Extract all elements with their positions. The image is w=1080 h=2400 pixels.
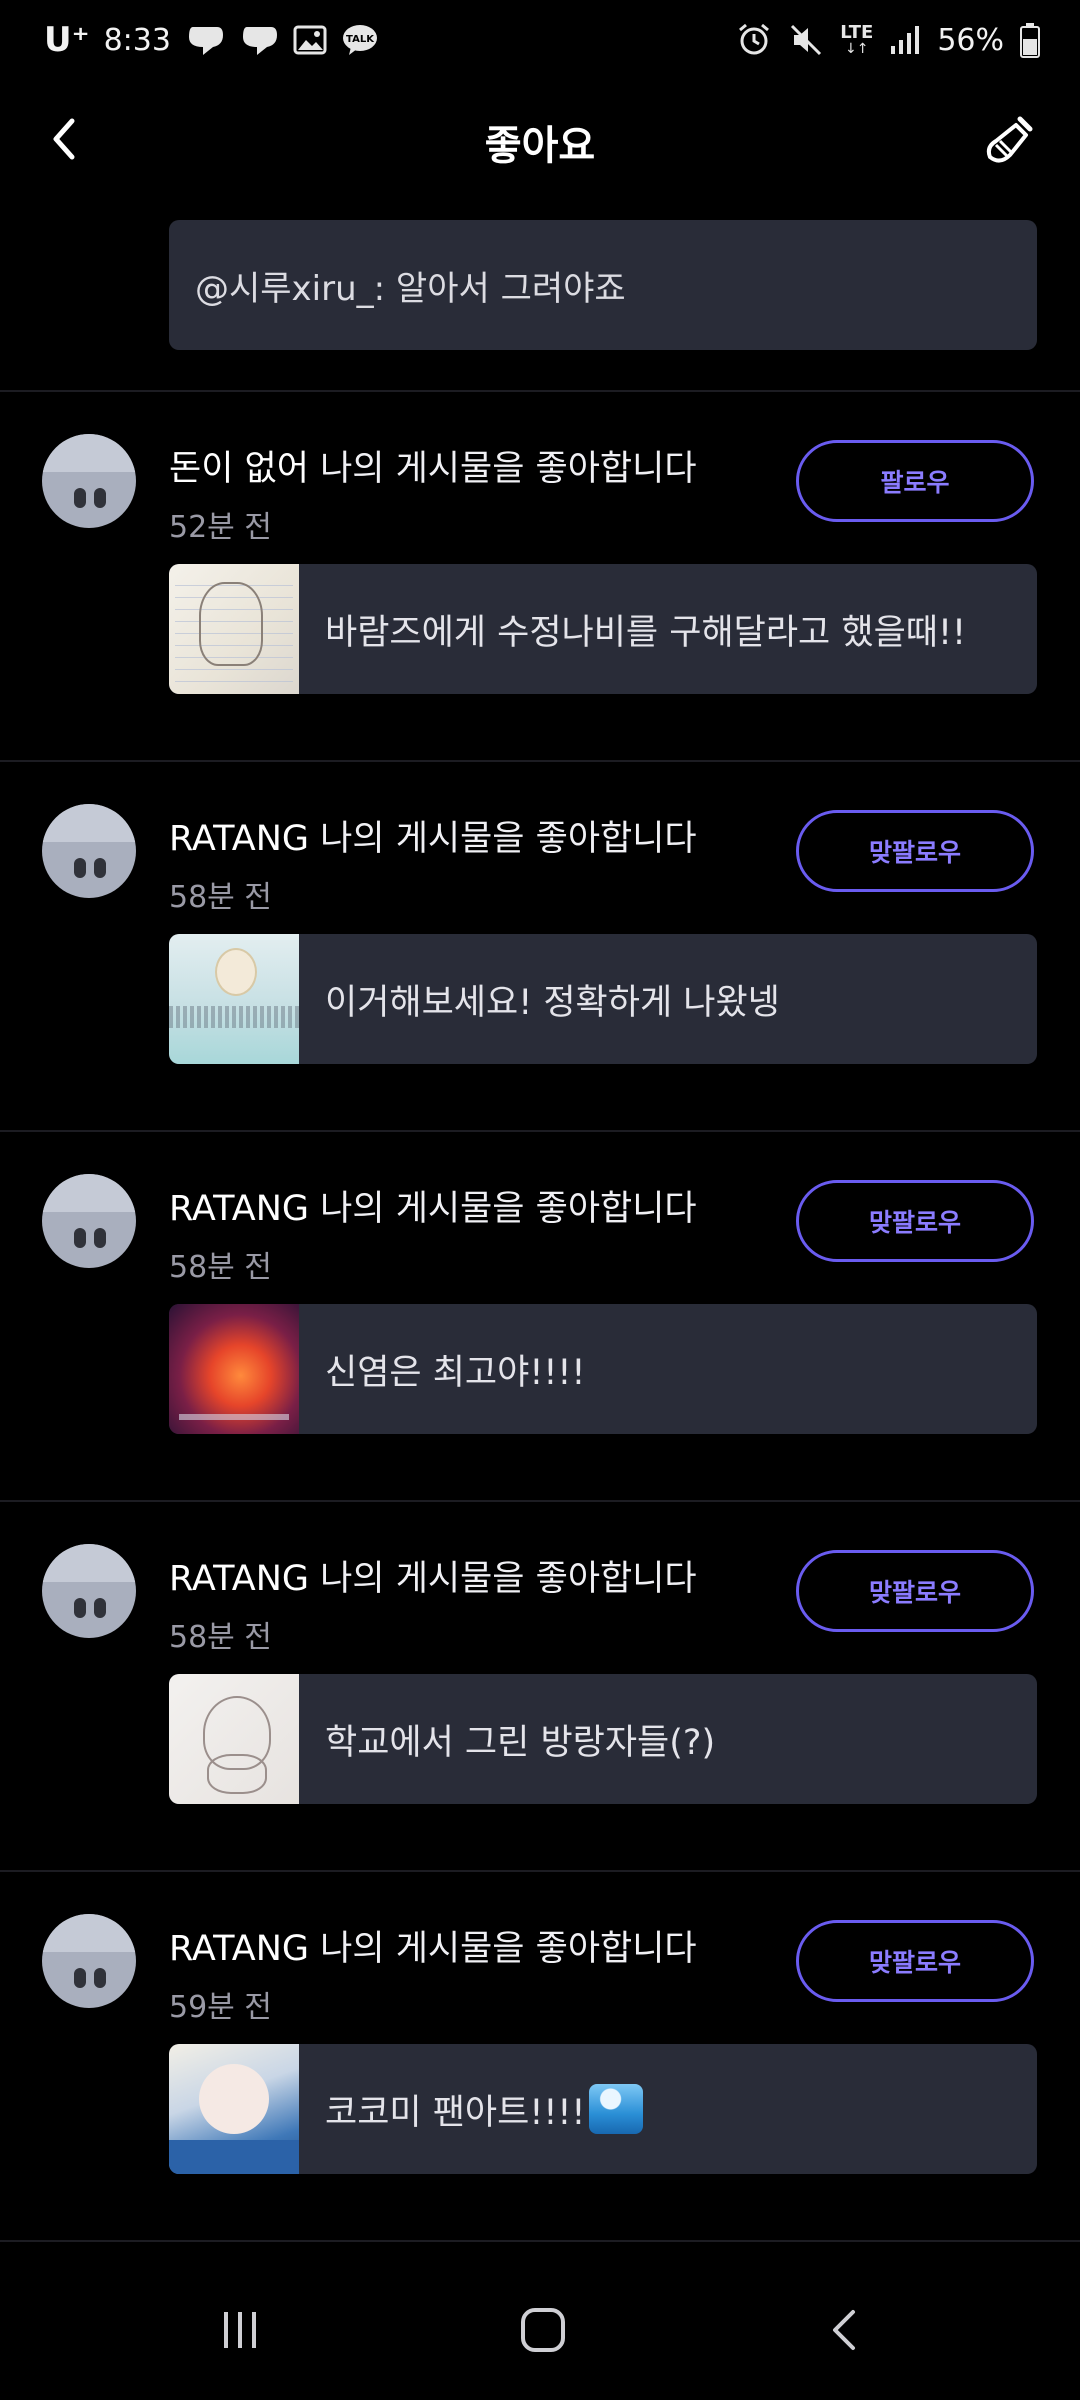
timestamp: 58분 전 [169, 1620, 272, 1655]
wave-emoji-icon [589, 2084, 644, 2134]
notification-item: RATANG 나의 게시물을 좋아합니다 58분 전 맞팔로우 신염은 최고야!… [0, 1132, 1080, 1502]
app-header: 좋아요 [0, 95, 1080, 185]
notification-message: RATANG 나의 게시물을 좋아합니다 [169, 1550, 697, 1601]
avatar[interactable] [42, 1914, 136, 2008]
gallery-icon [293, 25, 327, 55]
notification-item: RATANG 나의 게시물을 좋아합니다 58분 전 맞팔로우 학교에서 그린 … [0, 1502, 1080, 1872]
action-text: 나의 게시물을 좋아합니다 [308, 449, 697, 489]
post-preview[interactable]: 바람즈에게 수정나비를 구해달라고 했을때!! [169, 564, 1037, 694]
post-thumbnail [169, 1304, 299, 1434]
follow-back-button[interactable]: 맞팔로우 [796, 1550, 1034, 1632]
username[interactable]: RATANG [169, 819, 309, 859]
system-nav-bar [0, 2256, 1080, 2400]
username[interactable]: RATANG [169, 1559, 309, 1599]
chat-bubble-icon [188, 27, 223, 55]
follow-back-button[interactable]: 맞팔로우 [796, 810, 1034, 892]
post-thumbnail [169, 934, 299, 1064]
battery-icon [1020, 23, 1040, 58]
chat-bubble-icon [242, 27, 277, 55]
notification-message: RATANG 나의 게시물을 좋아합니다 [169, 1920, 697, 1971]
timestamp: 58분 전 [169, 1250, 272, 1285]
lte-icon: LTE ↓↑ [840, 22, 874, 57]
username[interactable]: RATANG [169, 1189, 309, 1229]
home-icon[interactable] [503, 2300, 583, 2360]
post-preview[interactable]: 학교에서 그린 방랑자들(?) [169, 1674, 1037, 1804]
post-thumbnail [169, 2044, 299, 2174]
avatar[interactable] [42, 804, 136, 898]
avatar[interactable] [42, 1174, 136, 1268]
action-text: 나의 게시물을 좋아합니다 [309, 819, 697, 859]
post-thumbnail [169, 564, 299, 694]
follow-button[interactable]: 팔로우 [796, 440, 1034, 522]
post-title: 코코미 팬아트!!!! [325, 2092, 586, 2133]
timestamp: 58분 전 [169, 880, 272, 915]
notification-message: RATANG 나의 게시물을 좋아합니다 [169, 1180, 697, 1231]
action-text: 나의 게시물을 좋아합니다 [309, 1929, 697, 1969]
mute-icon [791, 24, 822, 56]
timestamp: 59분 전 [169, 1990, 272, 2025]
post-title-row: 코코미 팬아트!!!! [325, 2044, 644, 2174]
post-thumbnail [169, 1674, 299, 1804]
post-preview[interactable]: 이거해보세요! 정확하게 나왔넹 [169, 934, 1037, 1064]
post-title: 학교에서 그린 방랑자들(?) [325, 1722, 716, 1763]
action-text: 나의 게시물을 좋아합니다 [309, 1559, 697, 1599]
kakaotalk-icon: TALK [342, 25, 377, 55]
post-title: 신염은 최고야!!!! [325, 1352, 586, 1393]
notification-list: @시루xiru_: 알아서 그려야죠 돈이 없어 나의 게시물을 좋아합니다 5… [0, 220, 1080, 2242]
timestamp: 52분 전 [169, 510, 272, 545]
top-comment[interactable]: @시루xiru_: 알아서 그려야죠 [169, 220, 1037, 350]
follow-back-button[interactable]: 맞팔로우 [796, 1920, 1034, 2002]
notification-item: 돈이 없어 나의 게시물을 좋아합니다 52분 전 팔로우 바람즈에게 수정나비… [0, 392, 1080, 762]
avatar[interactable] [42, 434, 136, 528]
svg-text:TALK: TALK [346, 34, 375, 45]
notification-message: 돈이 없어 나의 게시물을 좋아합니다 [169, 440, 697, 491]
carrier-label: U⁺ [44, 20, 90, 60]
post-preview[interactable]: 신염은 최고야!!!! [169, 1304, 1037, 1434]
notification-item: RATANG 나의 게시물을 좋아합니다 58분 전 맞팔로우 이거해보세요! … [0, 762, 1080, 1132]
notification-item: RATANG 나의 게시물을 좋아합니다 59분 전 맞팔로우 코코미 팬아트!… [0, 1872, 1080, 2242]
avatar[interactable] [42, 1544, 136, 1638]
follow-back-button[interactable]: 맞팔로우 [796, 1180, 1034, 1262]
page-title: 좋아요 [484, 123, 596, 169]
recent-apps-icon[interactable] [200, 2300, 280, 2360]
post-title: 이거해보세요! 정확하게 나왔넹 [325, 982, 780, 1023]
clock: 8:33 [103, 22, 171, 58]
notification-message: RATANG 나의 게시물을 좋아합니다 [169, 810, 697, 861]
status-bar: U⁺ 8:33 TALK LTE ↓↑ 56% [0, 0, 1080, 80]
post-preview[interactable]: 코코미 팬아트!!!! [169, 2044, 1037, 2174]
action-text: 나의 게시물을 좋아합니다 [309, 1189, 697, 1229]
alarm-icon [739, 23, 770, 55]
broom-icon[interactable] [980, 111, 1042, 173]
post-title: 바람즈에게 수정나비를 구해달라고 했을때!! [325, 612, 967, 653]
battery-percent: 56% [937, 22, 1004, 58]
signal-icon [891, 26, 920, 54]
back-icon[interactable] [805, 2300, 885, 2360]
comment-text: @시루xiru_: 알아서 그려야죠 [195, 268, 626, 309]
username[interactable]: 돈이 없어 [169, 449, 309, 489]
username[interactable]: RATANG [169, 1929, 309, 1969]
network-label: LTE [840, 22, 874, 43]
